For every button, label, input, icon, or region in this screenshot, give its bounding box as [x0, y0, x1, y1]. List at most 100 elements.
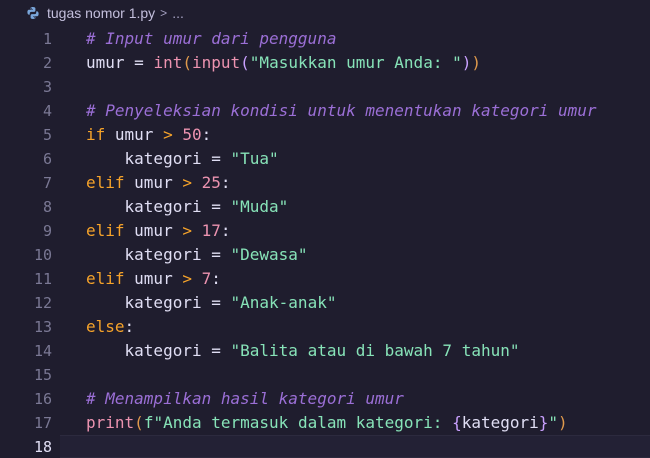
code-line-empty[interactable] [86, 75, 650, 99]
line-number: 5 [42, 126, 52, 144]
brace: } [538, 413, 549, 432]
keyword: else [86, 317, 125, 336]
string: "Muda" [230, 197, 289, 216]
line-number-gutter: 1 2 3 4 5 6 7 8 9 10 11 12 13 14 15 16 1… [0, 27, 56, 458]
identifier: umur [124, 269, 183, 288]
identifier: kategori [124, 197, 202, 216]
identifier: kategori [124, 293, 202, 312]
f-string: f"Anda termasuk dalam kategori: [143, 413, 453, 432]
line-number: 13 [33, 318, 52, 336]
paren: ( [134, 413, 144, 432]
breadcrumb: tugas nomor 1.py > ... [0, 0, 650, 26]
line-number: 3 [42, 78, 52, 96]
line-number: 2 [42, 54, 52, 72]
code-line[interactable]: kategori = "Dewasa" [86, 243, 650, 267]
code-line[interactable]: kategori = "Tua" [86, 147, 650, 171]
operator: = [201, 293, 231, 312]
code-line[interactable]: # Penyeleksian kondisi untuk menentukan … [86, 99, 650, 123]
line-number: 6 [42, 150, 52, 168]
line-number-active: 18 [33, 438, 52, 456]
breadcrumb-file[interactable]: tugas nomor 1.py [47, 5, 155, 21]
keyword: elif [86, 221, 125, 240]
identifier: umur [124, 173, 183, 192]
keyword: elif [86, 269, 125, 288]
line-number: 12 [33, 294, 52, 312]
builtin-function: int [153, 53, 183, 72]
code-area[interactable]: # Input umur dari pengguna umur = int(in… [86, 27, 650, 458]
line-number: 15 [33, 366, 52, 384]
identifier: umur [86, 53, 125, 72]
operator: > [182, 269, 192, 288]
line-number: 9 [42, 222, 52, 240]
operator: = [201, 149, 231, 168]
brace: { [452, 413, 462, 432]
line-number: 1 [42, 30, 52, 48]
code-line[interactable]: kategori = "Balita atau di bawah 7 tahun… [86, 339, 650, 363]
keyword: elif [86, 173, 125, 192]
code-line[interactable]: print(f"Anda termasuk dalam kategori: {k… [86, 411, 650, 435]
line-number: 17 [33, 414, 52, 432]
paren: ) [471, 53, 481, 72]
number: 17 [191, 221, 221, 240]
code-line[interactable]: if umur > 50: [86, 123, 650, 147]
operator: = [201, 197, 231, 216]
identifier: kategori [124, 149, 202, 168]
line-number: 8 [42, 198, 52, 216]
paren: ( [240, 53, 250, 72]
comment: # Penyeleksian kondisi untuk menentukan … [86, 101, 597, 120]
code-line-empty[interactable] [86, 363, 650, 387]
paren: ) [461, 53, 472, 72]
colon: : [124, 317, 135, 336]
paren: ( [182, 53, 192, 72]
code-editor[interactable]: tugas nomor 1.py > ... 1 2 3 4 5 6 7 8 9… [0, 0, 650, 458]
operator: > [182, 221, 192, 240]
line-number: 16 [33, 390, 52, 408]
code-line[interactable]: else: [86, 315, 650, 339]
colon: : [211, 269, 221, 288]
string: "Tua" [230, 149, 279, 168]
breadcrumb-more[interactable]: ... [172, 5, 184, 21]
colon: : [220, 221, 231, 240]
identifier: kategori [461, 413, 539, 432]
number: 25 [191, 173, 221, 192]
comment: # Input umur dari pengguna [86, 29, 337, 48]
identifier: umur [124, 221, 183, 240]
code-line[interactable]: kategori = "Muda" [86, 195, 650, 219]
builtin-function: print [86, 413, 135, 432]
operator: > [182, 173, 192, 192]
operator: = [201, 341, 231, 360]
code-line[interactable]: elif umur > 17: [86, 219, 650, 243]
operator: > [163, 125, 173, 144]
identifier: umur [105, 125, 164, 144]
comment: # Menampilkan hasil kategori umur [86, 389, 404, 408]
line-number: 4 [42, 102, 52, 120]
code-line[interactable]: umur = int(input("Masukkan umur Anda: ")… [86, 51, 650, 75]
code-line[interactable]: # Input umur dari pengguna [86, 27, 650, 51]
line-number: 7 [42, 174, 52, 192]
chevron-right-icon: > [160, 6, 168, 20]
builtin-function: input [191, 53, 241, 72]
f-string: " [548, 413, 559, 432]
number: 50 [172, 125, 202, 144]
colon: : [220, 173, 231, 192]
paren: ) [558, 413, 568, 432]
keyword: if [86, 125, 106, 144]
identifier: kategori [124, 245, 202, 264]
code-line[interactable]: kategori = "Anak-anak" [86, 291, 650, 315]
code-line-active[interactable] [86, 435, 650, 458]
code-line[interactable]: elif umur > 7: [86, 267, 650, 291]
python-file-icon [26, 6, 40, 20]
line-number: 10 [33, 246, 52, 264]
string: "Masukkan umur Anda: " [249, 53, 462, 72]
line-number: 11 [33, 270, 52, 288]
code-line[interactable]: # Menampilkan hasil kategori umur [86, 387, 650, 411]
string: "Dewasa" [230, 245, 308, 264]
code-line[interactable]: elif umur > 25: [86, 171, 650, 195]
line-number: 14 [33, 342, 52, 360]
identifier: kategori [124, 341, 202, 360]
operator: = [201, 245, 231, 264]
